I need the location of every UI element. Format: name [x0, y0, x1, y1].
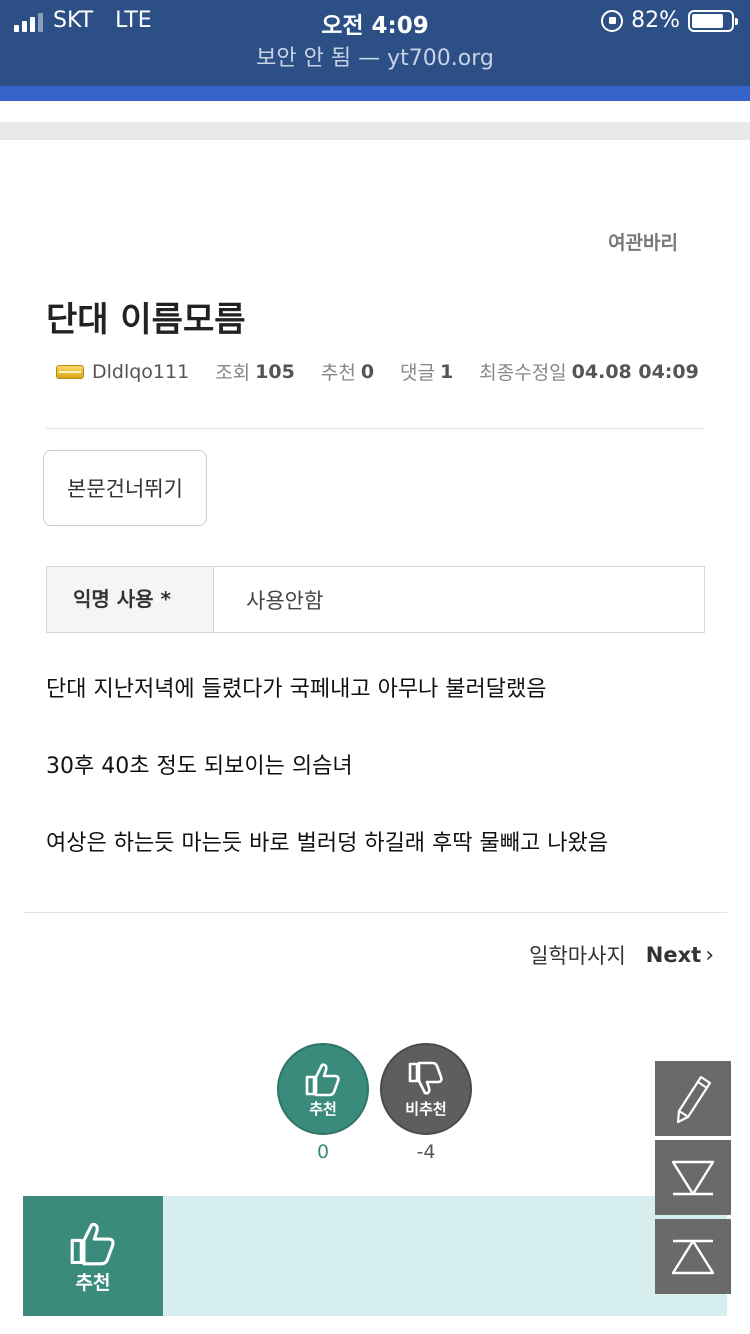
author-name[interactable]: Dldlqo111 [92, 361, 189, 383]
status-bar: SKT LTE 오전 4:09 82% 보안 안 됨 — yt700.org [0, 0, 750, 86]
recommend-label: 추천 [320, 362, 356, 384]
anonymous-value: 사용안함 [246, 589, 324, 613]
rotation-lock-icon [601, 9, 624, 32]
divider [46, 428, 704, 429]
scroll-top-button[interactable] [655, 1219, 731, 1294]
divider [23, 912, 727, 913]
recommend-count: 0 [360, 360, 375, 383]
battery-icon [688, 9, 738, 32]
thumbs-up-icon [305, 1062, 340, 1096]
recommend-vote: 추천 0 [277, 1043, 369, 1163]
modified-date: 04.08 04:09 [571, 360, 699, 383]
recommend-button-label: 추천 [309, 1099, 337, 1118]
scroll-bottom-button[interactable] [655, 1140, 731, 1215]
section-separator [0, 122, 750, 140]
write-button[interactable] [655, 1061, 731, 1136]
recommend-banner-button[interactable]: 추천 [23, 1196, 163, 1316]
battery-percent: 82% [631, 8, 680, 33]
post-body: 단대 지난저녁에 들렸다가 국페내고 아무나 불러달랬음 30후 40초 정도 … [46, 675, 706, 906]
not-recommend-button-label: 비추천 [405, 1099, 447, 1118]
anonymous-field: 익명 사용 * 사용안함 [46, 566, 705, 633]
page-title: 단대 이름모름 [46, 300, 246, 340]
comments-label: 댓글 [400, 362, 436, 384]
status-right: 82% [601, 8, 738, 33]
next-post-title[interactable]: 일학마사지 [529, 940, 626, 970]
next-post-link[interactable]: 일학마사지 Next › [529, 940, 714, 970]
not-recommend-vote-count: -4 [416, 1141, 436, 1163]
body-paragraph: 단대 지난저녁에 들렸다가 국페내고 아무나 불러달랬음 [46, 677, 547, 702]
post-meta: Dldlqo111 조회 105 추천 0 댓글 1 최종수정일 04.08 0… [56, 358, 699, 385]
anonymous-label: 익명 사용 * [47, 567, 214, 632]
post-category[interactable]: 여관바리 [608, 228, 678, 255]
accent-strip [0, 86, 750, 101]
body-paragraph: 여상은 하는듯 마는듯 바로 벌러덩 하길래 후딱 물빼고 나왔음 [46, 831, 608, 856]
thumbs-up-icon [70, 1222, 115, 1265]
views-count: 105 [255, 360, 295, 383]
level-badge-icon [56, 364, 84, 379]
not-recommend-button[interactable]: 비추천 [380, 1043, 472, 1135]
next-label[interactable]: Next [646, 943, 701, 967]
triangle-down-icon [671, 1160, 715, 1195]
body-paragraph: 30후 40초 정도 되보이는 의슴녀 [46, 754, 353, 779]
recommend-vote-count: 0 [316, 1141, 330, 1163]
views-label: 조회 [215, 362, 251, 384]
recommend-banner-label: 추천 [75, 1271, 111, 1294]
triangle-up-icon [671, 1239, 715, 1274]
not-recommend-vote: 비추천 -4 [380, 1043, 472, 1163]
comments-count: 1 [440, 360, 454, 383]
thumbs-down-icon [408, 1061, 443, 1095]
modified-label: 최종수정일 [479, 362, 567, 384]
url-bar[interactable]: 보안 안 됨 — yt700.org [0, 40, 750, 72]
recommend-button[interactable]: 추천 [277, 1043, 369, 1135]
pencil-icon [676, 1075, 712, 1123]
skip-content-button[interactable]: 본문건너뛰기 [43, 450, 207, 526]
recommend-banner: 추천 [23, 1196, 727, 1316]
chevron-right-icon: › [705, 942, 714, 968]
